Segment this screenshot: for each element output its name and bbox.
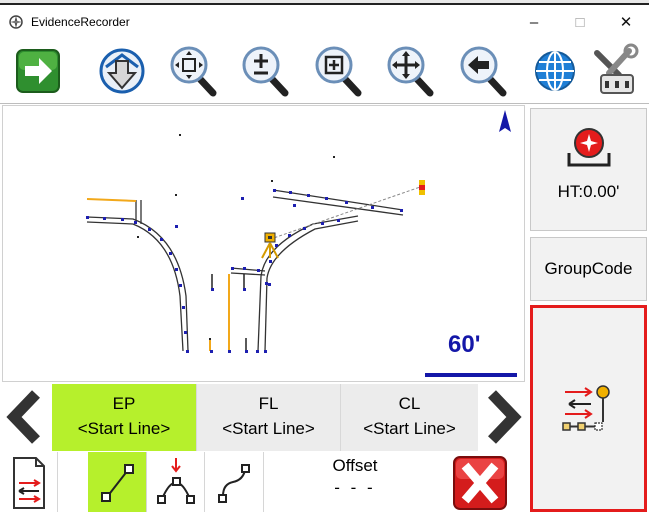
zoom-in-out-button[interactable]: [233, 37, 297, 103]
zoom-window-icon: [315, 46, 362, 97]
window-top-edge: [0, 0, 649, 5]
go-arrow-button[interactable]: [6, 37, 70, 103]
toolbar: [0, 37, 649, 104]
line-segment-icon: [101, 464, 134, 502]
rod-height-button[interactable]: HT:0.00': [530, 108, 647, 231]
arc-points-icon: [157, 458, 195, 504]
code-status: <Start Line>: [77, 419, 171, 438]
code-name: FL: [258, 394, 279, 413]
rod-height-label: HT:0.00': [557, 182, 620, 201]
pan-button[interactable]: [378, 37, 442, 103]
pan-icon: [387, 46, 434, 97]
map-view[interactable]: 60': [2, 105, 525, 382]
code-ep[interactable]: EP <Start Line>: [52, 384, 196, 451]
minimize-button[interactable]: –: [511, 7, 557, 37]
curve-mode-button[interactable]: [205, 452, 264, 512]
north-arrow-icon: [499, 110, 511, 132]
tools-icon: [594, 43, 639, 94]
globe-button[interactable]: [523, 37, 587, 103]
code-cl[interactable]: CL <Start Line>: [340, 384, 478, 451]
map-scale-label: 60': [448, 331, 481, 358]
download-button[interactable]: [90, 37, 154, 103]
chevron-right-icon[interactable]: [478, 384, 530, 451]
line-tool-button[interactable]: [530, 305, 647, 512]
window-title: EvidenceRecorder: [31, 15, 130, 29]
code-status: <Start Line>: [363, 419, 456, 438]
globe-icon: [535, 51, 575, 91]
right-arrow-icon: [16, 49, 60, 93]
code-name: EP: [112, 394, 136, 413]
map-scale-bar: [425, 373, 517, 377]
zoom-previous-button[interactable]: [451, 37, 515, 103]
app-logo-icon: [9, 15, 23, 29]
title-bar: EvidenceRecorder – □ ✕: [0, 7, 649, 37]
delete-button[interactable]: [446, 452, 526, 512]
close-button[interactable]: ✕: [603, 7, 649, 37]
chevron-left-icon[interactable]: [0, 384, 52, 451]
zoom-back-icon: [460, 46, 507, 97]
zoom-extents-icon: [170, 46, 217, 97]
offset-title: Offset: [332, 456, 378, 475]
maximize-button[interactable]: □: [557, 7, 603, 37]
curve-points-icon: [218, 464, 250, 503]
offset-value: - - -: [334, 478, 376, 497]
line-mode-button[interactable]: [88, 452, 147, 512]
code-fl[interactable]: FL <Start Line>: [196, 384, 340, 451]
offset-display[interactable]: Offset - - -: [264, 452, 446, 512]
zoom-plus-minus-icon: [242, 46, 289, 97]
bottom-toolbar: Offset - - -: [0, 452, 526, 512]
code-list-icon: [13, 457, 45, 509]
down-arrow-icon: [99, 48, 145, 94]
prism-target-icon: [567, 128, 611, 167]
zoom-extents-button[interactable]: [161, 37, 225, 103]
zoom-window-button[interactable]: [306, 37, 370, 103]
settings-button[interactable]: [585, 37, 649, 103]
code-status: <Start Line>: [222, 419, 315, 438]
groupcode-button[interactable]: GroupCode: [530, 237, 647, 301]
red-x-icon: [453, 456, 507, 510]
arc-mode-button[interactable]: [147, 452, 205, 512]
map-drawing: [86, 110, 511, 353]
code-name: CL: [398, 394, 421, 413]
code-list-button[interactable]: [0, 452, 58, 512]
code-selector: EP <Start Line> FL <Start Line> CL <Star…: [0, 384, 526, 451]
line-connect-icon: [562, 385, 610, 431]
